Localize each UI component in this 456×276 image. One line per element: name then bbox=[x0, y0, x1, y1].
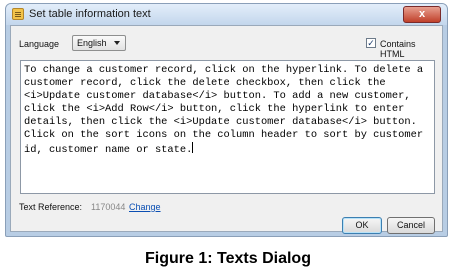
window-title: Set table information text bbox=[29, 8, 151, 20]
ok-button[interactable]: OK bbox=[342, 217, 382, 234]
dialog-content: Language English ✓ Contains HTML To chan… bbox=[10, 25, 443, 234]
figure-caption: Figure 1: Texts Dialog bbox=[145, 250, 311, 267]
language-selected-value: English bbox=[77, 38, 107, 48]
text-reference-label: Text Reference: bbox=[19, 202, 83, 212]
language-select[interactable]: English bbox=[72, 35, 126, 51]
dialog-window: Set table information text x Language En… bbox=[5, 3, 448, 237]
close-button[interactable]: x bbox=[403, 6, 441, 23]
contains-html-label[interactable]: Contains HTML bbox=[380, 39, 442, 59]
change-link[interactable]: Change bbox=[129, 202, 161, 212]
language-label: Language bbox=[19, 39, 60, 49]
title-bar[interactable]: Set table information text x bbox=[6, 4, 447, 25]
text-reference-value: 1170044 bbox=[91, 202, 126, 212]
contains-html-checkbox[interactable]: ✓ bbox=[366, 38, 376, 48]
app-icon bbox=[12, 8, 24, 20]
info-text-editor[interactable]: To change a customer record, click on th… bbox=[20, 60, 435, 194]
cancel-button[interactable]: Cancel bbox=[387, 217, 435, 234]
chevron-down-icon bbox=[114, 41, 120, 45]
